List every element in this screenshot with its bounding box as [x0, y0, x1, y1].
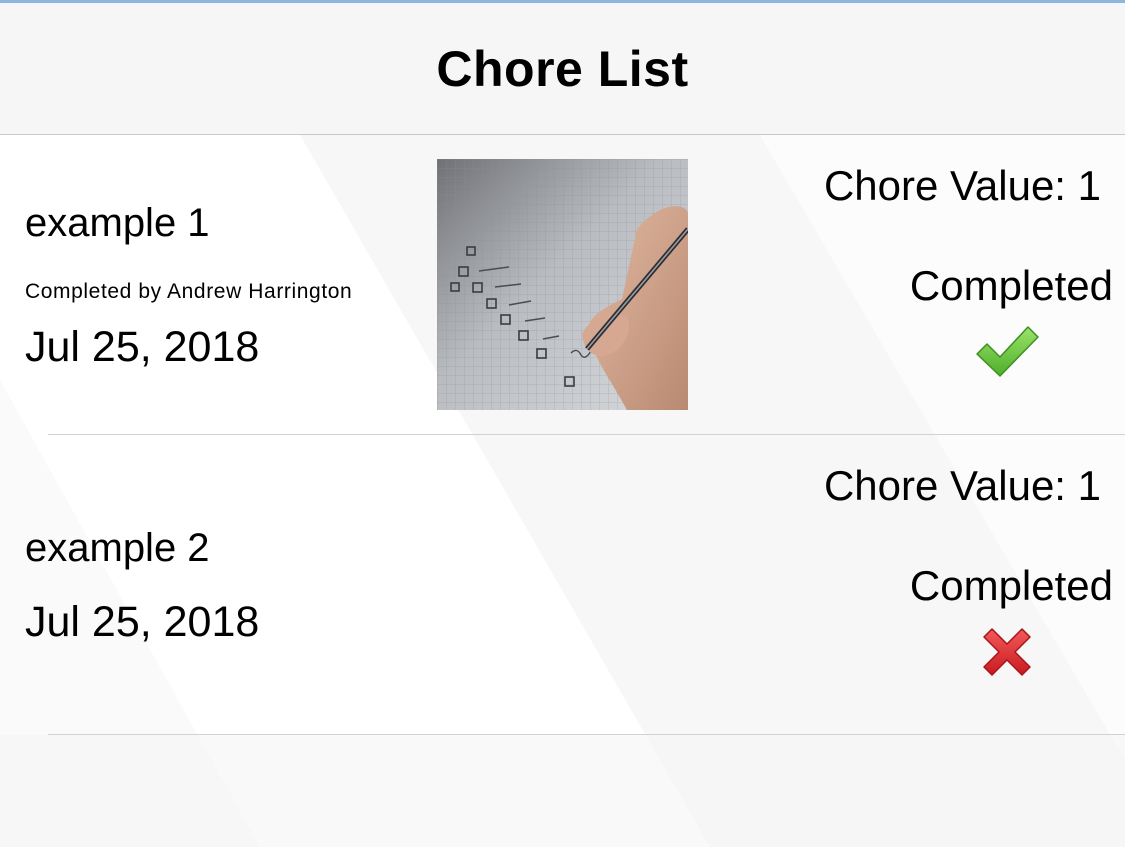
- row-divider: [48, 734, 1125, 735]
- chore-name: example 1: [25, 201, 210, 245]
- chore-list[interactable]: example 1 Completed by Andrew Harrington…: [0, 135, 1125, 735]
- chore-row[interactable]: example 1 Completed by Andrew Harrington…: [0, 135, 1125, 435]
- checkmark-icon: [974, 324, 1040, 382]
- chore-row[interactable]: example 2 Jul 25, 2018 Chore Value: 1 Co…: [0, 435, 1125, 735]
- chore-name: example 2: [25, 526, 210, 570]
- chore-value: Chore Value: 1: [823, 462, 1101, 509]
- completed-label: Completed: [909, 262, 1113, 309]
- chore-value: Chore Value: 1: [823, 162, 1101, 209]
- chore-date: Jul 25, 2018: [25, 323, 260, 371]
- cross-icon: [980, 625, 1034, 679]
- checklist-photo-image: [437, 159, 688, 410]
- chore-photo[interactable]: [437, 159, 688, 410]
- top-accent-line: [0, 0, 1125, 3]
- completed-label: Completed: [909, 562, 1113, 609]
- completed-by-text: Completed by Andrew Harrington: [25, 280, 353, 303]
- chore-date: Jul 25, 2018: [25, 598, 260, 646]
- navigation-bar: Chore List: [0, 0, 1125, 135]
- page-title: Chore List: [436, 41, 689, 97]
